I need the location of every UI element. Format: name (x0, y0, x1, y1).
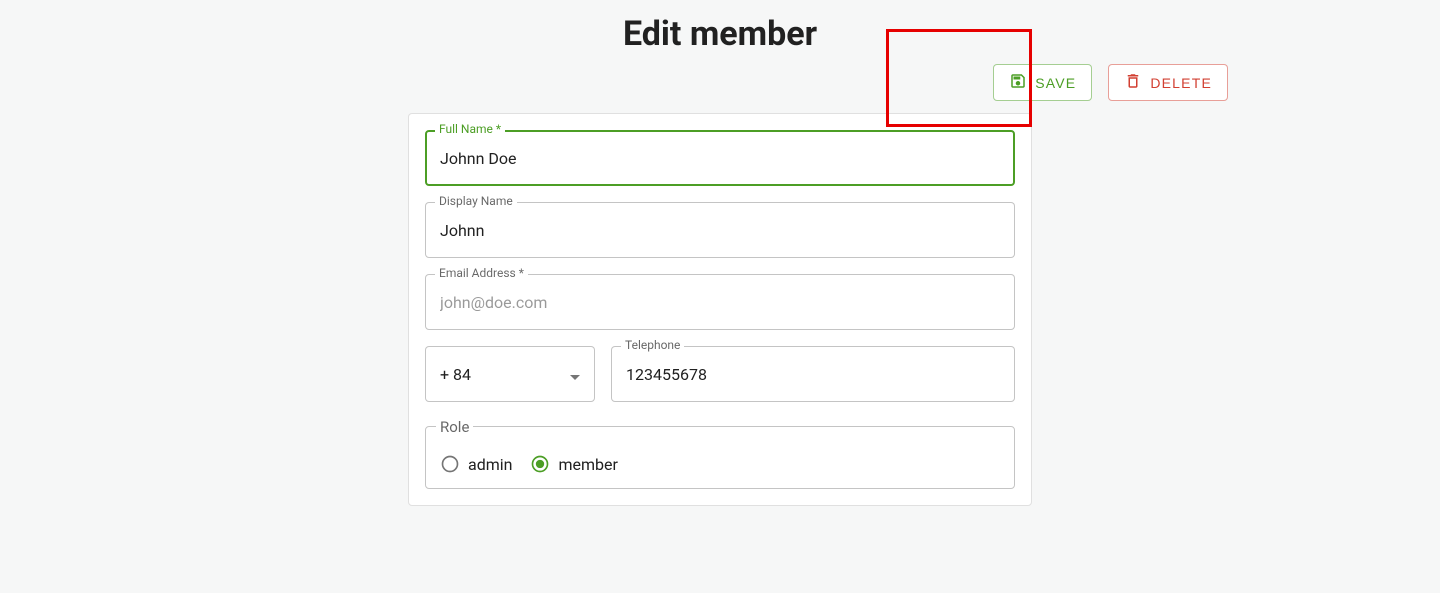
full-name-input[interactable] (425, 130, 1015, 186)
radio-unchecked-icon (440, 454, 460, 474)
save-icon (1009, 72, 1027, 93)
role-admin-label: admin (468, 455, 512, 474)
display-name-field: Display Name (425, 202, 1015, 258)
telephone-field: Telephone (611, 346, 1015, 402)
page-title: Edit member (0, 0, 1440, 64)
save-button[interactable]: Save (993, 64, 1092, 101)
role-fieldset: Role admin member (425, 426, 1015, 489)
full-name-label: Full Name * (435, 122, 505, 136)
radio-checked-icon (530, 454, 550, 474)
save-button-label: Save (1035, 75, 1076, 91)
telephone-label: Telephone (621, 338, 684, 352)
role-legend: Role (436, 418, 473, 436)
full-name-field: Full Name * (425, 130, 1015, 186)
edit-member-form: Full Name * Display Name Email Address *… (408, 113, 1032, 506)
display-name-label: Display Name (435, 194, 517, 208)
delete-button[interactable]: Delete (1108, 64, 1228, 101)
role-member-label: member (558, 455, 617, 474)
delete-button-label: Delete (1150, 75, 1212, 91)
role-radio-member[interactable]: member (530, 454, 617, 474)
display-name-input[interactable] (425, 202, 1015, 258)
action-button-row: Save Delete (212, 64, 1228, 101)
trash-icon (1124, 72, 1142, 93)
telephone-input[interactable] (611, 346, 1015, 402)
country-code-select[interactable]: + 84 (425, 346, 595, 402)
role-radio-group: admin member (440, 454, 1000, 474)
email-input[interactable] (425, 274, 1015, 330)
country-code-value: + 84 (440, 365, 471, 384)
dropdown-arrow-icon (570, 365, 580, 384)
role-radio-admin[interactable]: admin (440, 454, 512, 474)
email-label: Email Address * (435, 266, 528, 280)
email-field: Email Address * (425, 274, 1015, 330)
